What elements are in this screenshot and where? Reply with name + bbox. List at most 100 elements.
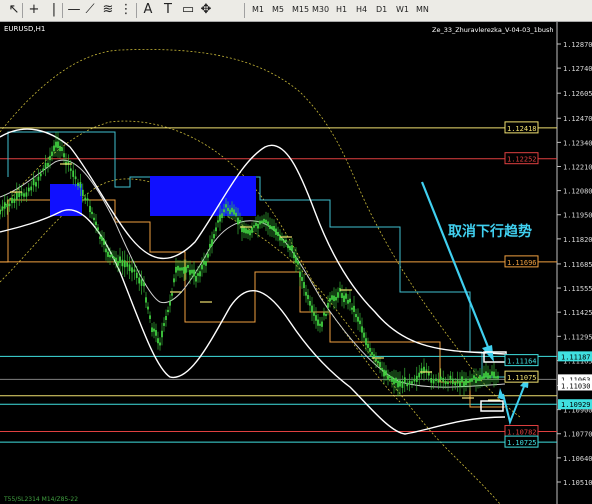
candle-body [377,360,379,364]
candle-body [449,375,452,380]
candle-body [59,145,61,152]
candle-body [265,219,267,224]
candle-body [239,219,241,223]
candle-body [321,321,323,327]
candle-body [406,382,409,387]
timeframe-m1[interactable]: M1 [252,4,264,16]
candle-body [381,367,383,371]
horizontal-line-icon[interactable]: — [66,2,82,18]
candle-body [473,375,475,379]
candle-body [185,266,187,273]
candle-body [371,352,373,355]
candle-body [331,295,333,300]
candle-body [42,168,45,171]
crosshair-icon[interactable]: + [26,2,42,18]
candle-body [15,192,18,200]
candle-body [399,380,401,387]
candle-body [375,358,377,362]
candle-body [442,377,445,382]
level-price-label: 1.11696 [507,259,537,267]
timeframe-m5[interactable]: M5 [272,4,284,16]
candle-body [408,380,411,385]
candle-body [63,153,65,158]
label-icon[interactable]: T [160,2,176,18]
candle-body [193,269,195,277]
candle-body [145,297,147,303]
toolbar: ↖ + | — ⟋ ≋ ⋮ A T ▭ ✥ M1 M5 M15 M30 H1 H4 D1 W1 MN [0,0,592,22]
candle-body [30,186,33,191]
timeframe-h4[interactable]: H4 [356,4,367,16]
candle-body [444,381,447,385]
timeframe-h1[interactable]: H1 [336,4,347,16]
candle-body [95,221,97,226]
toolbar-separator [62,3,63,18]
level-price-label: 1.11075 [507,374,537,382]
candle-body [55,141,57,148]
timeframe-w1[interactable]: W1 [396,4,409,16]
price-tick-label: 1.10640 [563,455,592,463]
price-chart[interactable]: EURUSD,H1 Ze_33_Zhuravlerezka_V-04-03_1bu… [0,22,592,504]
fibonacci-icon[interactable]: ⋮ [118,2,134,18]
candle-body [459,380,461,387]
candle-body [411,381,413,384]
resistance-step-line [7,131,505,378]
candle-body [143,282,145,287]
candle-body [456,379,459,384]
candle-body [283,240,285,243]
candle-body [173,278,175,283]
vertical-line-icon[interactable]: | [46,2,62,18]
candle-body [325,313,327,317]
candle-body [209,243,211,248]
trendline-icon[interactable]: ⟋ [82,2,98,18]
candle-body [119,256,121,263]
candle-body [233,209,235,215]
timeframe-d1[interactable]: D1 [376,4,387,16]
toolbar-separator [22,3,23,18]
candle-body [291,245,293,252]
text-icon[interactable]: A [140,2,156,18]
candle-body [367,343,369,348]
candle-body [126,262,129,267]
arrow-shapes-icon[interactable]: ▭ [180,2,196,18]
candle-body [197,273,199,276]
candle-body [163,323,165,326]
channel-icon[interactable]: ≋ [100,2,116,18]
price-tick-label: 1.11950 [563,212,592,220]
candle-body [39,173,42,177]
timeframe-m15[interactable]: M15 [292,4,309,16]
candle-body [397,380,399,388]
candle-body [347,299,349,304]
chart-window[interactable]: EURUSD,H1 Ze_33_Zhuravlerezka_V-04-03_1bu… [0,22,592,504]
candle-body [415,375,418,382]
candle-body [103,239,105,245]
level-price-label: 1.12252 [507,156,537,164]
candle-body [379,362,381,368]
candle-body [27,187,30,192]
annotation-text: 取消下行趋势 [448,223,532,240]
candle-body [277,231,279,237]
more-shapes-icon[interactable]: ✥ [198,2,214,18]
level-price-label: 1.10725 [507,439,537,447]
candle-body [295,256,297,263]
candle-body [183,266,185,274]
candle-body [279,234,281,241]
candle-body [245,228,247,234]
candle-body [199,271,201,277]
candle-body [179,267,181,271]
candle-body [187,264,189,269]
timeframe-m30[interactable]: M30 [312,4,329,16]
candle-body [32,178,35,186]
cursor-icon[interactable]: ↖ [6,2,22,18]
candle-body [205,261,207,266]
candle-body [133,269,136,272]
candle-body [1,206,4,211]
candle-body [335,296,337,301]
candle-body [128,264,131,272]
candle-body [369,347,371,352]
price-tick-label: 1.11555 [563,285,592,293]
candle-body [437,379,440,383]
symbol-label: EURUSD,H1 [4,25,45,33]
timeframe-mn[interactable]: MN [416,4,429,16]
candle-body [403,377,406,383]
candle-body [175,266,177,273]
